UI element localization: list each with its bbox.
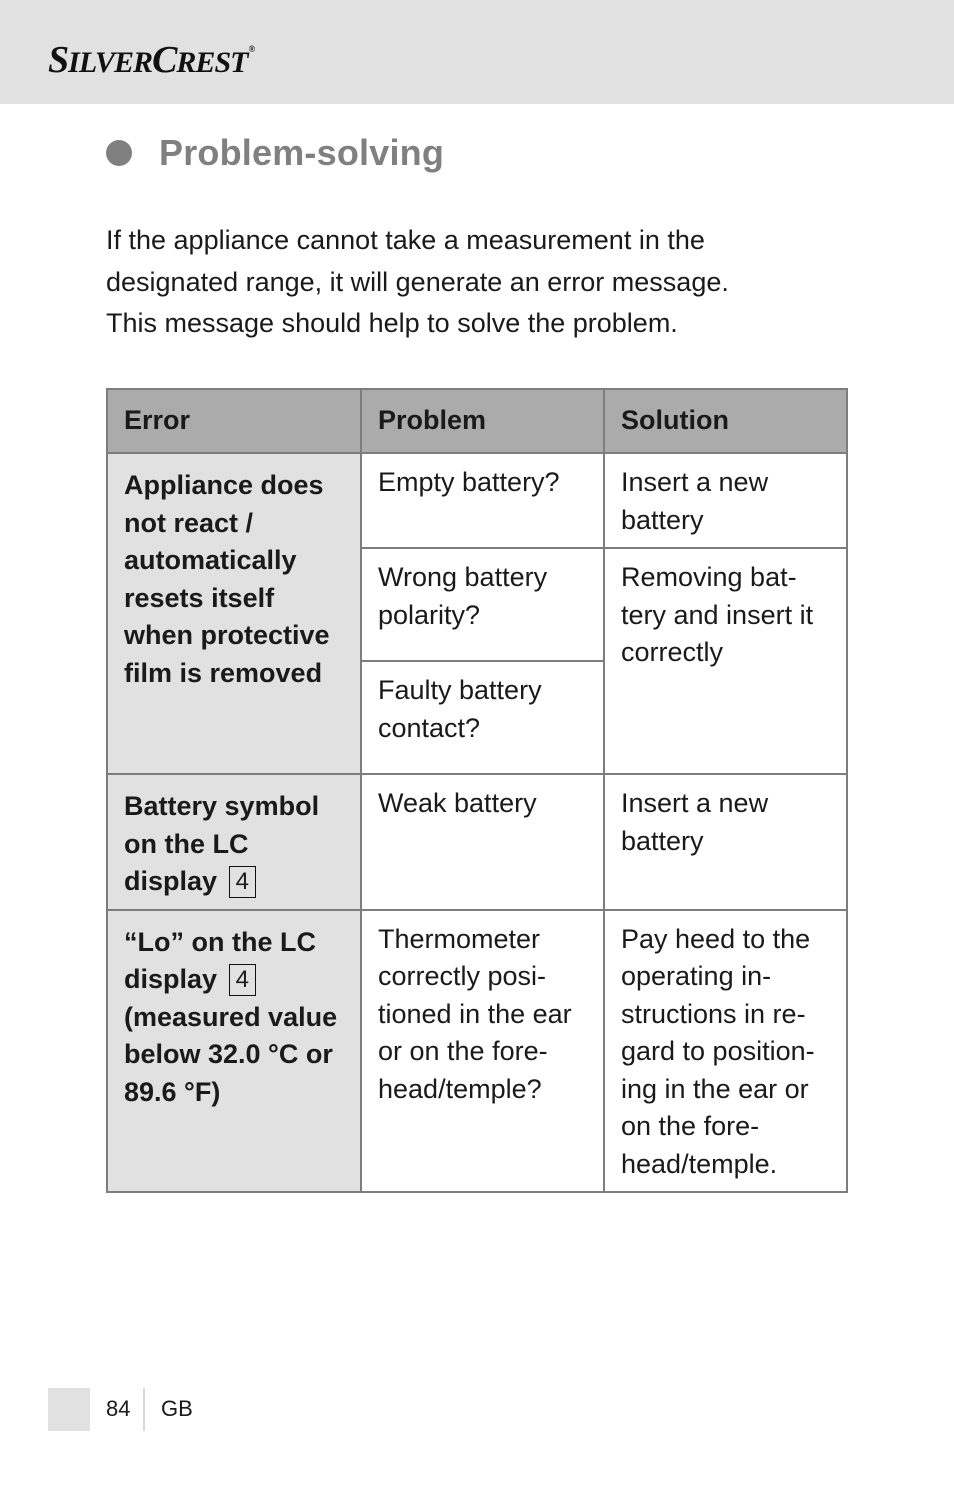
brand-logo: SILVERCREST® — [48, 39, 255, 81]
solution-cell: Removing bat­tery and insert it correctl… — [603, 547, 848, 775]
intro-line: If the appliance cannot take a measureme… — [106, 225, 705, 255]
problem-cell: Wrong battery polarity? — [360, 547, 605, 662]
language-code: GB — [161, 1396, 193, 1421]
problem-cell: Thermometer correctly posi­tioned in the… — [360, 908, 605, 1193]
solution-cell: Insert a new battery — [603, 452, 848, 549]
problem-cell: Faulty battery contact? — [360, 660, 605, 775]
header-solution: Solution — [603, 388, 848, 454]
intro-line: This message should help to solve the pr… — [106, 308, 678, 338]
intro-line: designated range, it will generate an er… — [106, 266, 729, 297]
reference-number-box: 4 — [228, 964, 256, 996]
intro-paragraph: If the appliance cannot take a measureme… — [106, 220, 826, 345]
footer-divider — [143, 1388, 145, 1431]
error-cell: Appliance does not re­act / automat­ical… — [106, 452, 362, 775]
table-row: Appliance does not re­act / automat­ical… — [106, 452, 848, 775]
bullet-icon — [106, 140, 132, 166]
troubleshooting-table: Error Problem Solution Appliance does no… — [106, 388, 848, 1193]
problem-cell: Empty battery? — [360, 452, 605, 549]
error-cell: Battery sym­bol on the LC display 4 — [106, 773, 362, 911]
registered-mark: ® — [248, 44, 255, 54]
table-row: “Lo” on the LC display 4 (measured value… — [106, 908, 848, 1193]
error-cell: “Lo” on the LC display 4 (measured value… — [106, 908, 362, 1193]
section-heading: Problem-solving — [106, 132, 444, 174]
table-header-row: Error Problem Solution — [106, 388, 848, 454]
solution-cell: Insert a new battery — [603, 773, 848, 911]
table-row: Battery sym­bol on the LC display 4 Weak… — [106, 773, 848, 911]
header-problem: Problem — [360, 388, 605, 454]
page-number: 84 — [106, 1396, 131, 1421]
reference-number-box: 4 — [228, 866, 256, 898]
header-error: Error — [106, 388, 362, 454]
solution-cell: Pay heed to the operating in­structions … — [603, 908, 848, 1193]
problem-cell: Weak battery — [360, 773, 605, 911]
footer-tab-marker — [48, 1388, 90, 1431]
page-title: Problem-solving — [159, 132, 445, 173]
